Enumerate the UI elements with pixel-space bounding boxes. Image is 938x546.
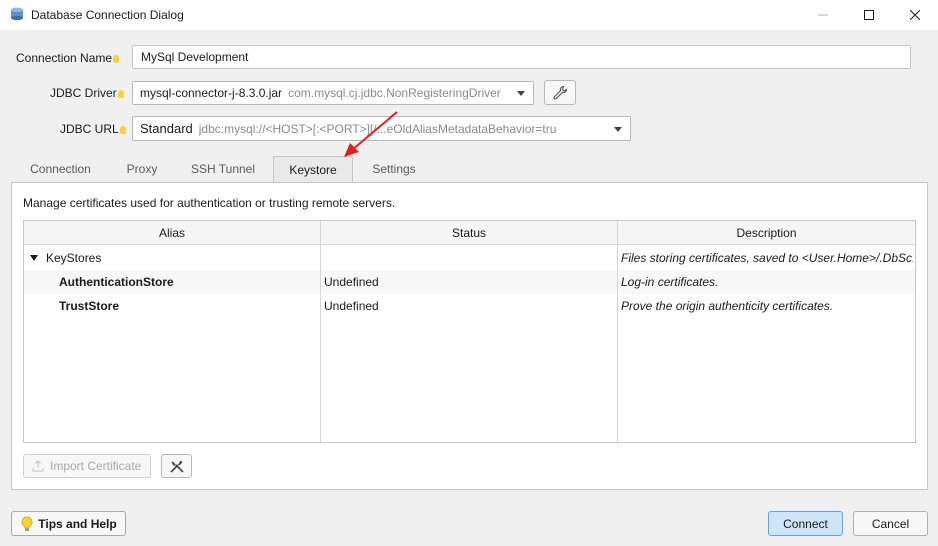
hint-bulb-icon (117, 90, 124, 98)
status-cell: Undefined (324, 299, 379, 313)
alias-text: KeyStores (46, 251, 102, 265)
connection-name-label-text: Connection Name (16, 51, 113, 65)
table-row[interactable]: TrustStore Undefined Prove the origin au… (24, 294, 915, 318)
connection-name-input[interactable]: MySql Development (132, 45, 911, 69)
table-row[interactable]: KeyStores Files storing certificates, sa… (24, 246, 915, 270)
tips-and-help-button[interactable]: Tips and Help (11, 511, 126, 536)
status-cell: Undefined (324, 275, 379, 289)
tools-icon (169, 460, 184, 473)
alias-cell: AuthenticationStore (59, 275, 174, 289)
import-icon (32, 460, 44, 472)
chevron-down-icon (614, 126, 622, 132)
minimize-icon (818, 14, 828, 16)
lightbulb-icon (21, 516, 33, 531)
hint-bulb-icon (113, 55, 120, 63)
jdbc-driver-label-text: JDBC Driver (50, 86, 117, 100)
maximize-icon (864, 10, 874, 20)
tab-connection[interactable]: Connection (12, 157, 109, 181)
column-header-description[interactable]: Description (618, 221, 915, 245)
wrench-icon (553, 85, 568, 99)
title-bar: Database Connection Dialog (0, 0, 938, 30)
connection-name-value: MySql Development (141, 50, 249, 64)
cancel-button[interactable]: Cancel (853, 511, 928, 536)
jdbc-driver-value: mysql-connector-j-8.3.0.jar (140, 86, 283, 100)
minimize-button[interactable] (800, 0, 846, 30)
description-cell: Prove the origin authenticity certificat… (621, 299, 834, 313)
close-button[interactable] (892, 0, 938, 30)
expand-triangle-icon[interactable] (30, 255, 38, 261)
import-certificate-button[interactable]: Import Certificate (23, 454, 151, 478)
jdbc-driver-select[interactable]: mysql-connector-j-8.3.0.jar com.mysql.cj… (132, 81, 534, 105)
maximize-button[interactable] (846, 0, 892, 30)
status-cell (324, 246, 614, 270)
jdbc-url-value: Standard (140, 121, 193, 136)
alias-cell: KeyStores (30, 246, 320, 270)
keystore-panel: Manage certificates used for authenticat… (11, 182, 928, 490)
table-row[interactable]: AuthenticationStore Undefined Log-in cer… (24, 270, 915, 294)
connection-name-label: Connection Name (16, 51, 120, 65)
table-header: Alias Status Description (24, 221, 915, 245)
column-header-alias[interactable]: Alias (24, 221, 320, 245)
connect-button[interactable]: Connect (768, 511, 843, 536)
column-divider (617, 221, 618, 442)
tab-label: Proxy (126, 162, 158, 176)
tips-and-help-label: Tips and Help (38, 516, 117, 531)
keystore-description: Manage certificates used for authenticat… (23, 196, 396, 210)
description-cell: Log-in certificates. (621, 275, 719, 289)
database-app-icon (11, 7, 23, 21)
keystore-table: Alias Status Description KeyStores Files… (23, 220, 916, 443)
jdbc-url-label-text: JDBC URL (60, 122, 119, 136)
description-cell: Files storing certificates, saved to <Us… (621, 251, 913, 265)
annotation-arrow (344, 111, 398, 157)
tab-proxy[interactable]: Proxy (109, 157, 175, 181)
driver-settings-button[interactable] (544, 80, 576, 105)
tab-label: Connection (30, 162, 91, 176)
window-title: Database Connection Dialog (31, 8, 184, 22)
keystore-tools-button[interactable] (161, 454, 192, 478)
column-divider (320, 221, 321, 442)
import-certificate-label: Import Certificate (50, 459, 142, 473)
tab-ssh-tunnel[interactable]: SSH Tunnel (175, 157, 271, 181)
jdbc-driver-label: JDBC Driver (50, 86, 124, 100)
jdbc-url-label: JDBC URL (60, 122, 126, 136)
jdbc-driver-class-hint: com.mysql.cj.jdbc.NonRegisteringDriver (288, 86, 501, 100)
column-header-status[interactable]: Status (321, 221, 617, 245)
hint-bulb-icon (119, 126, 126, 134)
alias-cell: TrustStore (59, 299, 120, 313)
chevron-down-icon (517, 91, 525, 96)
tab-label: SSH Tunnel (190, 162, 256, 176)
close-icon (910, 10, 920, 20)
